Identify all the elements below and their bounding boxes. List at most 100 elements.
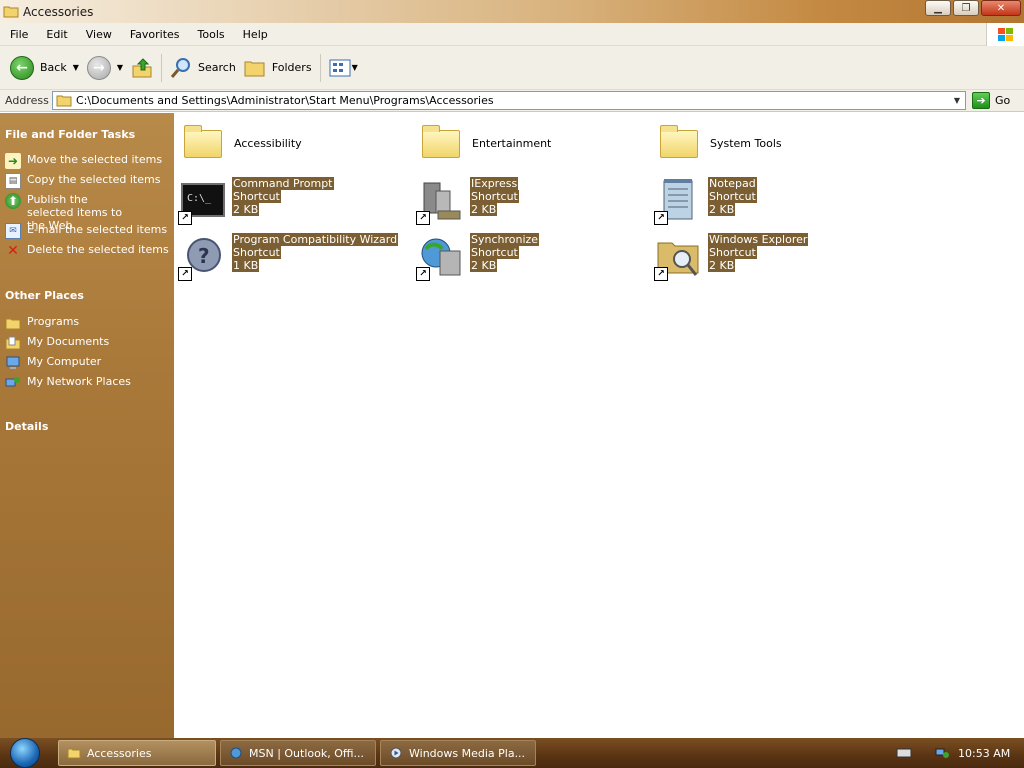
minimize-button[interactable]: ▁ (925, 0, 951, 16)
task-move[interactable]: ➜ Move the selected items (5, 153, 170, 169)
address-dropdown-icon[interactable]: ▼ (949, 92, 965, 109)
media-player-icon (390, 747, 402, 759)
folder-item[interactable]: Entertainment (418, 120, 551, 168)
email-icon: ✉ (5, 223, 21, 239)
forward-dropdown-icon[interactable]: ▼ (117, 63, 123, 72)
search-icon (170, 57, 191, 78)
folder-icon (67, 748, 81, 759)
place-programs[interactable]: Programs (5, 315, 170, 331)
shortcut-arrow-icon: ↗ (416, 211, 430, 225)
menu-help[interactable]: Help (233, 28, 276, 41)
task-email[interactable]: ✉ E-mail the selected items (5, 223, 170, 239)
shortcut-item[interactable]: ↗ Windows Explorer Shortcut 2 KB (654, 233, 809, 281)
shortcut-arrow-icon: ↗ (416, 267, 430, 281)
folder-item[interactable]: System Tools (656, 120, 782, 168)
taskbar-item-accessories[interactable]: Accessories (58, 740, 216, 766)
back-dropdown-icon[interactable]: ▼ (73, 63, 79, 72)
file-tasks-title[interactable]: File and Folder Tasks (5, 128, 135, 141)
menu-favorites[interactable]: Favorites (120, 28, 188, 41)
address-input[interactable]: C:\Documents and Settings\Administrator\… (52, 91, 966, 110)
folder-icon (656, 120, 704, 168)
clock[interactable]: 10:53 AM (958, 747, 1010, 760)
shortcut-arrow-icon: ↗ (654, 267, 668, 281)
views-button[interactable]: ▼ (325, 51, 362, 85)
notepad-icon: ↗ (654, 177, 702, 225)
menu-edit[interactable]: Edit (36, 28, 75, 41)
my-network-places-icon (5, 377, 20, 387)
folder-icon (418, 120, 466, 168)
network-icon[interactable] (934, 747, 950, 759)
folder-name: Accessibility (234, 137, 302, 150)
menu-file[interactable]: File (0, 28, 36, 41)
system-tray: 10:53 AM (896, 738, 1024, 768)
address-label: Address (5, 94, 49, 107)
shortcut-size: 2 KB (232, 203, 260, 216)
maximize-button[interactable]: ❐ (953, 0, 979, 16)
up-button[interactable] (127, 51, 157, 85)
internet-explorer-icon (230, 747, 242, 759)
my-computer-icon (6, 356, 20, 369)
place-my-network-places[interactable]: My Network Places (5, 375, 170, 391)
folder-name: System Tools (710, 137, 782, 150)
close-button[interactable]: ✕ (981, 0, 1021, 16)
svg-text:?: ? (198, 244, 210, 268)
taskbar-item-media-player[interactable]: Windows Media Pla... (380, 740, 536, 766)
folder-icon (3, 6, 19, 18)
compatibility-wizard-icon: ? ↗ (178, 233, 226, 281)
shortcut-name: IExpress (470, 177, 519, 190)
shortcut-size: 2 KB (708, 259, 736, 272)
start-button[interactable] (10, 738, 40, 768)
menu-view[interactable]: View (76, 28, 120, 41)
file-list: Accessibility Entertainment System Tools… (174, 113, 1024, 738)
copy-icon: ▤ (5, 173, 21, 189)
other-places-title[interactable]: Other Places (5, 289, 84, 302)
menu-bar: File Edit View Favorites Tools Help (0, 23, 1024, 46)
shortcut-name: Windows Explorer (708, 233, 809, 246)
shortcut-size: 1 KB (232, 259, 260, 272)
synchronize-icon: ↗ (416, 233, 464, 281)
folders-button[interactable]: Folders (240, 51, 316, 85)
title-bar[interactable]: Accessories ▁ ❐ ✕ (0, 0, 1024, 23)
folder-icon (56, 95, 72, 106)
shortcut-item[interactable]: ↗ IExpress Shortcut 2 KB (416, 177, 519, 225)
shortcut-item[interactable]: ↗ Notepad Shortcut 2 KB (654, 177, 757, 225)
folder-icon (180, 120, 228, 168)
shortcut-size: 2 KB (470, 259, 498, 272)
toolbar: ← Back ▼ → ▼ Search Folders ▼ (0, 46, 1024, 90)
move-icon: ➜ (5, 153, 21, 169)
publish-web-icon: ⬆ (5, 193, 21, 209)
shortcut-size: 2 KB (708, 203, 736, 216)
views-dropdown-icon[interactable]: ▼ (352, 63, 358, 72)
shortcut-size: 2 KB (470, 203, 498, 216)
my-documents-icon (5, 336, 21, 350)
shortcut-name: Synchronize (470, 233, 540, 246)
task-delete[interactable]: ✕ Delete the selected items (5, 243, 170, 259)
toolbar-separator (161, 53, 163, 82)
place-my-computer[interactable]: My Computer (5, 355, 170, 371)
shortcut-name: Program Compatibility Wizard (232, 233, 399, 246)
folder-item[interactable]: Accessibility (180, 120, 302, 168)
go-button[interactable]: ➔ Go (972, 92, 1010, 109)
shortcut-type: Shortcut (470, 190, 519, 203)
task-copy[interactable]: ▤ Copy the selected items (5, 173, 170, 189)
window-title: Accessories (23, 4, 94, 19)
shortcut-item[interactable]: ? ↗ Program Compatibility Wizard Shortcu… (178, 233, 399, 281)
delete-icon: ✕ (7, 243, 19, 259)
menu-tools[interactable]: Tools (188, 28, 233, 41)
taskbar-item-msn[interactable]: MSN | Outlook, Offi... (220, 740, 376, 766)
back-button[interactable]: ← Back ▼ (6, 51, 83, 85)
forward-arrow-icon: → (86, 55, 111, 80)
place-my-documents[interactable]: My Documents (5, 335, 170, 351)
toolbar-separator (319, 53, 321, 82)
shortcut-type: Shortcut (708, 246, 757, 259)
shortcut-item[interactable]: C:\_ ↗ Command Prompt Shortcut 2 KB (178, 177, 334, 225)
taskbar: Accessories MSN | Outlook, Offi... Windo… (0, 738, 1024, 768)
shortcut-arrow-icon: ↗ (654, 211, 668, 225)
keyboard-icon[interactable] (896, 747, 912, 759)
forward-button[interactable]: → ▼ (83, 51, 127, 85)
shortcut-arrow-icon: ↗ (178, 267, 192, 281)
folders-icon (244, 61, 265, 76)
shortcut-item[interactable]: ↗ Synchronize Shortcut 2 KB (416, 233, 540, 281)
details-title[interactable]: Details (5, 420, 48, 433)
search-button[interactable]: Search (166, 51, 240, 85)
